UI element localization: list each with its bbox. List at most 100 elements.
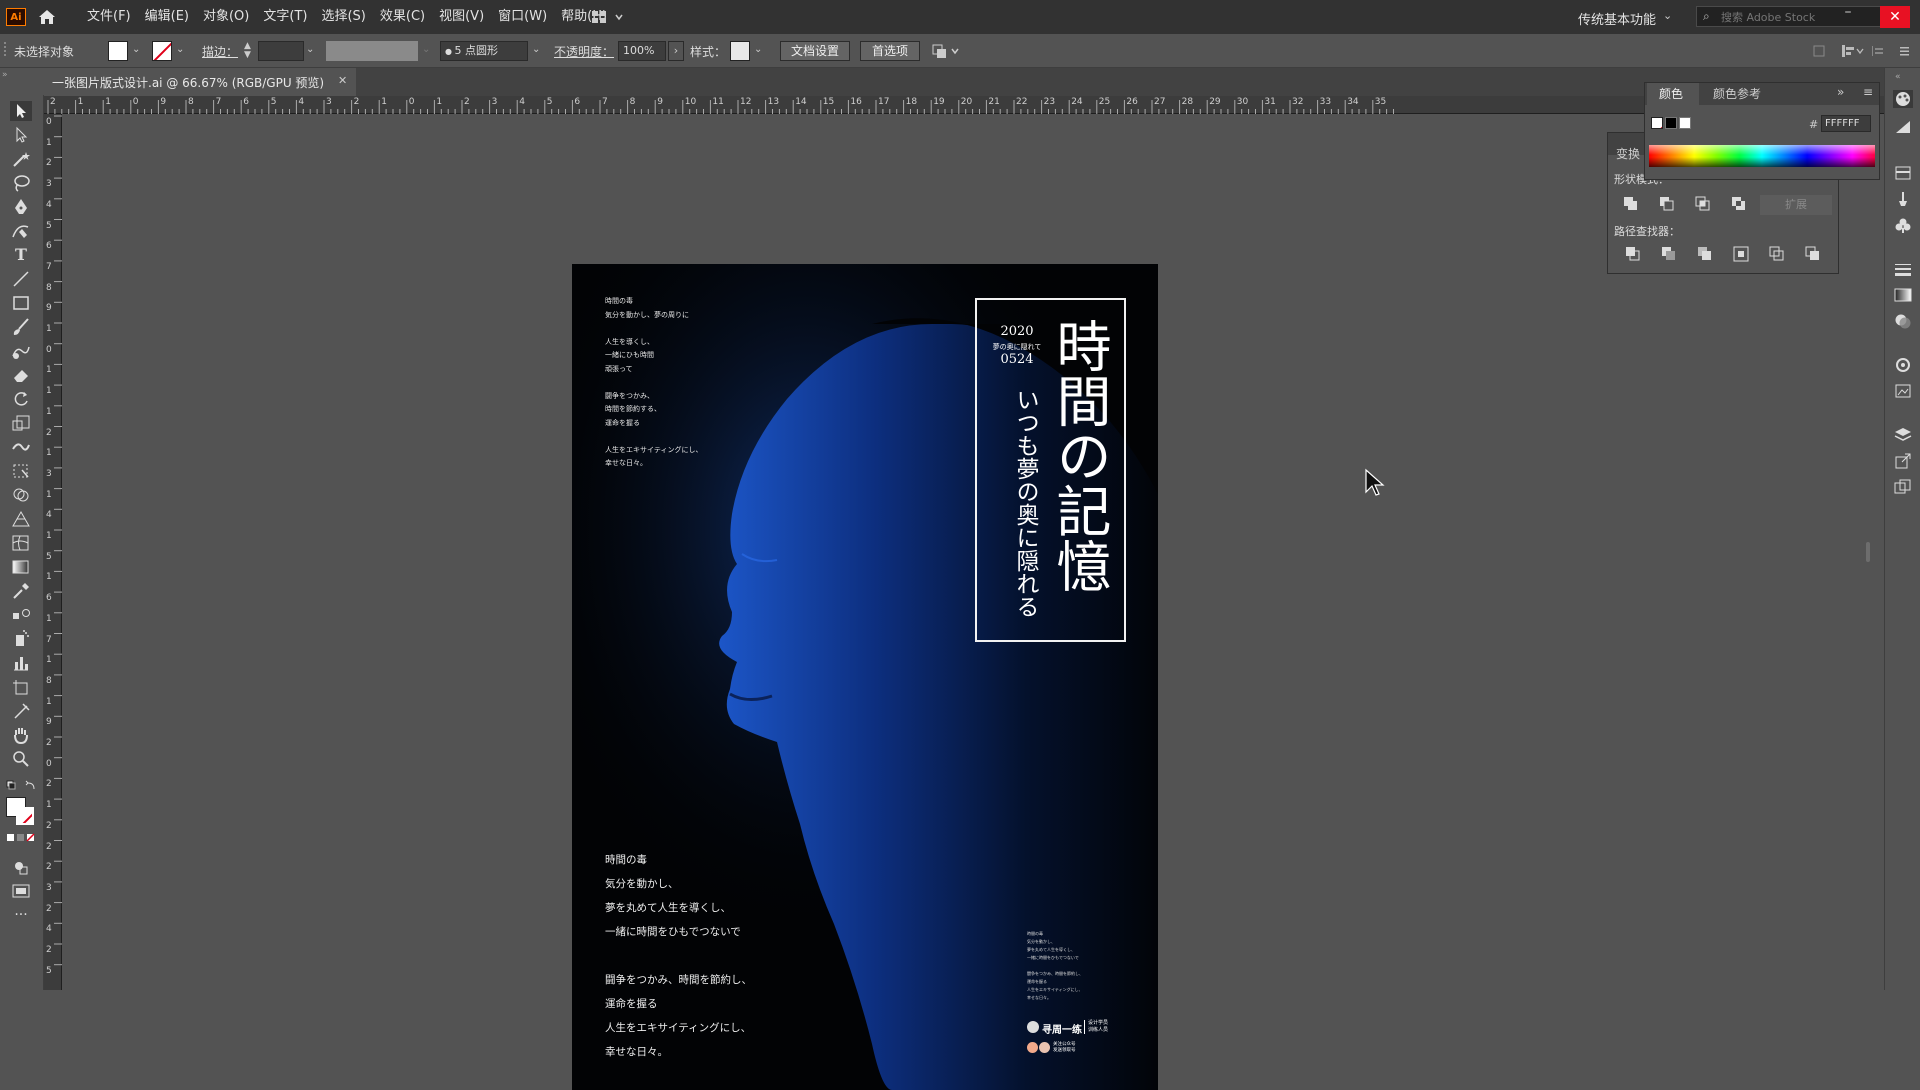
chevron-down-icon[interactable]: ⌄ [422,44,430,55]
tab-transform[interactable]: 变换 [1616,145,1640,162]
shaper-tool-icon[interactable] [10,341,32,361]
stroke-label[interactable]: 描边： [202,43,238,60]
menu-edit[interactable]: 编辑(E) [138,0,196,34]
chevron-right-icon[interactable]: › [668,41,684,61]
none-swatch[interactable] [1651,117,1663,129]
workspace-switcher[interactable]: 传统基本功能 [1578,9,1656,28]
collapse-toolbar-icon[interactable]: » [2,70,42,92]
paintbrush-tool-icon[interactable] [10,317,32,337]
chevron-down-icon[interactable]: ⌄ [1663,9,1672,22]
chevron-down-icon[interactable]: ⌄ [754,44,762,55]
eyedropper-tool-icon[interactable] [10,581,32,601]
stroke-weight-field[interactable] [258,41,304,61]
screen-mode-icon[interactable] [10,881,32,901]
swatches-icon[interactable] [1893,164,1913,182]
merge-icon[interactable] [1696,245,1714,263]
opacity-field[interactable]: 100% [618,41,666,61]
shape-builder-tool-icon[interactable] [10,485,32,505]
artboard-poster[interactable]: 時間の毒 気分を動かし、夢の周りに 人生を導くし、 一緒にひも時間 頑張って 闘… [572,264,1158,1090]
arrange-icon[interactable] [932,43,962,59]
stroke-panel-icon[interactable] [1893,260,1913,278]
chevron-down-icon[interactable]: ⌄ [532,44,540,55]
draw-mode-icon[interactable] [10,857,32,877]
minus-front-icon[interactable] [1658,195,1676,213]
line-segment-tool-icon[interactable] [10,269,32,289]
hex-input[interactable]: FFFFFF [1821,115,1871,132]
slice-tool-icon[interactable] [10,701,32,721]
scrollbar-thumb[interactable] [1866,542,1870,562]
search-input[interactable] [1719,8,1883,27]
chevron-down-icon[interactable]: ⌄ [132,44,140,55]
menu-view[interactable]: 视图(V) [432,0,491,34]
rotate-tool-icon[interactable] [10,389,32,409]
tab-color-guide[interactable]: 颜色参考 [1705,83,1761,105]
eraser-tool-icon[interactable] [10,365,32,385]
symbol-sprayer-tool-icon[interactable] [10,629,32,649]
color-guide-icon[interactable] [1893,118,1913,136]
preferences-button[interactable]: 首选项 [860,41,920,61]
outline-icon[interactable] [1768,245,1786,263]
arrange-documents-icon[interactable] [592,10,626,24]
black-swatch[interactable] [1665,117,1677,129]
canvas[interactable]: 時間の毒 気分を動かし、夢の周りに 人生を導くし、 一緒にひも時間 頑張って 闘… [62,114,1870,1090]
gradient-panel-icon[interactable] [1893,286,1913,304]
selection-tool-icon[interactable] [10,101,32,121]
lasso-icon[interactable] [10,173,32,193]
symbols-icon[interactable] [1893,216,1913,234]
chevron-down-icon[interactable]: ⌄ [176,44,184,55]
document-setup-button[interactable]: 文档设置 [780,41,850,61]
blend-tool-icon[interactable] [10,605,32,625]
mesh-tool-icon[interactable] [10,533,32,553]
column-graph-tool-icon[interactable] [10,653,32,673]
minus-back-icon[interactable] [1804,245,1822,263]
gradient-tool-icon[interactable] [10,557,32,577]
expand-button[interactable]: 扩展 [1760,195,1832,215]
magic-wand-icon[interactable] [10,149,32,169]
curvature-tool-icon[interactable] [10,221,32,241]
style-swatch[interactable] [730,41,750,61]
brushes-icon[interactable] [1893,190,1913,208]
grip-icon[interactable] [3,40,7,60]
hand-tool-icon[interactable] [10,725,32,745]
direct-selection-tool-icon[interactable] [10,125,32,145]
menu-file[interactable]: 文件(F) [80,0,138,34]
divide-icon[interactable] [1624,245,1642,263]
default-colors-icon[interactable] [6,780,38,794]
crop-icon[interactable] [1732,245,1750,263]
perspective-grid-tool-icon[interactable] [10,509,32,529]
artboards-panel-icon[interactable] [1893,478,1913,496]
stroke-color-swatch[interactable] [16,807,34,825]
menu-type[interactable]: 文字(T) [256,0,314,34]
free-transform-tool-icon[interactable] [10,461,32,481]
brush-definition[interactable]: ● 5 点圆形 [440,41,528,61]
image-trace-icon[interactable] [1893,382,1913,400]
layers-icon[interactable] [1893,426,1913,444]
chevron-down-icon[interactable]: ⌄ [306,44,314,55]
edit-toolbar-icon[interactable]: ··· [10,907,32,927]
exclude-icon[interactable] [1730,195,1748,213]
tab-document[interactable]: 一张图片版式设计.ai @ 66.67% (RGB/GPU 预览) ✕ [44,68,356,96]
align-controls-icon[interactable] [1812,44,1912,58]
menu-object[interactable]: 对象(O) [196,0,256,34]
vertical-ruler[interactable]: 0123456789101112131415161718192021222324… [44,114,62,990]
fill-swatch[interactable] [108,41,128,61]
menu-select[interactable]: 选择(S) [314,0,372,34]
color-panel-icon[interactable] [1893,90,1913,108]
opacity-label[interactable]: 不透明度： [554,43,614,60]
close-button[interactable]: ✕ [1880,6,1910,28]
export-asset-icon[interactable] [1893,452,1913,470]
color-spectrum[interactable] [1649,145,1875,167]
unite-icon[interactable] [1622,195,1640,213]
panel-menu-icon[interactable]: ≡ [1863,85,1873,99]
zoom-tool-icon[interactable] [10,749,32,769]
close-icon[interactable]: ✕ [338,74,347,87]
collapse-panel-icon[interactable]: » [1837,85,1844,99]
home-icon[interactable] [38,9,56,25]
scale-tool-icon[interactable] [10,413,32,433]
minimize-button[interactable]: – [1838,4,1858,24]
intersect-icon[interactable] [1694,195,1712,213]
stroke-swatch[interactable] [152,41,172,61]
rectangle-tool-icon[interactable] [10,293,32,313]
menu-window[interactable]: 窗口(W) [491,0,554,34]
stroke-stepper[interactable]: ▲ ▼ [244,42,256,60]
